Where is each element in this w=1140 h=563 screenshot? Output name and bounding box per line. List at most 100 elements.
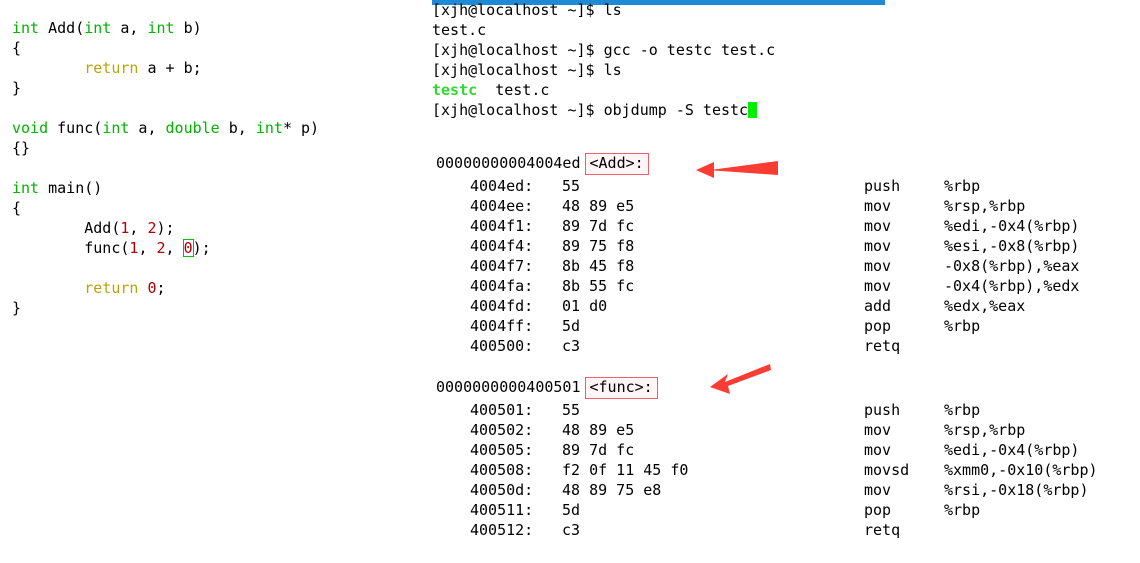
instruction-bytes: 48 89 75 e8 [562,481,662,499]
instruction-bytes: 5d [562,317,581,335]
instruction-operands: %edx,%eax [944,297,1026,315]
instruction-address: 4004ff: [470,317,534,335]
instruction-row: 400508: f2 0f 11 45 f0 movsd %xmm0,-0x10(%r… [432,460,1132,480]
instruction-bytes: c3 [562,337,581,355]
instruction-bytes: 48 89 e5 [562,421,635,439]
code-line: func(1, 2, 0); [12,238,412,258]
shell-command-text: gcc -o testc test.c [594,41,776,59]
instruction-mnemonic: mov [864,217,892,235]
instruction-address: 4004fa: [470,277,534,295]
instruction-row: 400501: 55 push %rbp [432,400,1132,420]
function-header: 00000000004004ed <Add>: [432,152,1132,176]
instruction-address: 400508: [470,461,534,479]
code-line: int main() [12,178,412,198]
instruction-bytes: 8b 55 fc [562,277,635,295]
c-source-code-panel: int Add(int a, int b){ return a + b;} vo… [12,18,412,318]
code-token: , [129,219,148,237]
code-token: Add( [39,19,85,37]
instruction-row: 4004f4: 89 75 f8 mov %esi,-0x8(%rbp) [432,236,1132,256]
instruction-operands: %rbp [944,177,981,195]
instruction-operands: %rbp [944,501,981,519]
code-token: * p) [282,119,320,137]
code-token: } [12,79,22,97]
terminal-command-line: [xjh@localhost ~]$ ls [432,60,1132,80]
instruction-mnemonic: push [864,177,901,195]
code-line: {} [12,138,412,158]
shell-prompt: [xjh@localhost ~]$ [432,41,595,59]
disassembly-function-block: 00000000004004ed <Add>: 4004ed: 55 push %rbp 4… [432,152,1132,356]
instruction-mnemonic: pop [864,317,892,335]
instruction-operands: %rsp,%rbp [944,197,1026,215]
shell-prompt: [xjh@localhost ~]$ [432,1,595,19]
instruction-row: 400500: c3 retq [432,336,1132,356]
terminal-command-line: [xjh@localhost ~]$ gcc -o testc test.c [432,40,1132,60]
instruction-bytes: 48 89 e5 [562,197,635,215]
instruction-operands: %rbp [944,317,981,335]
code-token: , [138,239,157,257]
shell-prompt: [xjh@localhost ~]$ [432,101,595,119]
shell-command-text: objdump -S testc [594,101,749,119]
code-token: ); [192,239,211,257]
instruction-address: 4004f4: [470,237,534,255]
code-token: int [147,19,175,37]
code-token: b) [174,19,202,37]
instruction-bytes: f2 0f 11 45 f0 [562,461,689,479]
instruction-mnemonic: mov [864,421,892,439]
code-token: int [12,19,40,37]
instruction-row: 4004ee: 48 89 e5 mov %rsp,%rbp [432,196,1132,216]
code-token: int [12,179,40,197]
terminal-panel[interactable]: [xjh@localhost ~]$ ls test.c [xjh@localhos… [432,0,1132,540]
disassembly-function-block: 0000000000400501 <func>: 400501: 55 push %rbp… [432,376,1132,540]
instruction-address: 4004f1: [470,217,534,235]
executable-file-name: testc [432,81,478,99]
terminal-output-line: test.c [432,20,1132,40]
function-address: 0000000000400501 [436,378,581,396]
code-line: } [12,78,412,98]
code-token: func( [12,239,130,257]
instruction-row: 4004fd: 01 d0 add %edx,%eax [432,296,1132,316]
instruction-row: 4004ed: 55 push %rbp [432,176,1132,196]
function-header: 0000000000400501 <func>: [432,376,1132,400]
source-file-name: test.c [495,81,550,99]
instruction-bytes: 55 [562,401,581,419]
instruction-address: 400512: [470,521,534,539]
code-token: void [12,119,49,137]
instruction-address: 4004f7: [470,257,534,275]
objdump-disassembly-output: 00000000004004ed <Add>: 4004ed: 55 push %rbp 4… [432,152,1132,540]
instruction-operands: %edi,-0x4(%rbp) [944,217,1080,235]
code-token: { [12,39,22,57]
code-line: } [12,298,412,318]
code-token: {} [12,139,31,157]
instruction-address: 40050d: [470,481,534,499]
instruction-row: 4004f1: 89 7d fc mov %edi,-0x4(%rbp) [432,216,1132,236]
instruction-row: 4004ff: 5d pop %rbp [432,316,1132,336]
shell-command-text: ls [594,1,622,19]
terminal-output-text: test.c [432,21,487,39]
instruction-bytes: c3 [562,521,581,539]
instruction-row: 400502: 48 89 e5 mov %rsp,%rbp [432,420,1132,440]
code-token: func( [48,119,103,137]
code-token: Add( [12,219,121,237]
instruction-bytes: 89 7d fc [562,441,635,459]
instruction-row: 400512: c3 retq [432,520,1132,540]
instruction-mnemonic: retq [864,521,901,539]
instruction-mnemonic: mov [864,441,892,459]
code-token: 2 [156,239,166,257]
instruction-mnemonic: mov [864,197,892,215]
instruction-address: 400500: [470,337,534,355]
instruction-row: 400511: 5d pop %rbp [432,500,1132,520]
instruction-address: 4004fd: [470,297,534,315]
instruction-bytes: 01 d0 [562,297,608,315]
instruction-operands: %esi,-0x8(%rbp) [944,237,1080,255]
instruction-operands: %rsp,%rbp [944,421,1026,439]
code-token: 0 [147,279,157,297]
function-address: 00000000004004ed [436,154,581,172]
terminal-command-line: [xjh@localhost ~]$ ls [432,0,1132,20]
code-token: a + b; [138,59,202,77]
output-spacer [477,81,495,99]
instruction-row: 40050d: 48 89 75 e8 mov %rsi,-0x18(%rbp) [432,480,1132,500]
code-token: ; [156,279,166,297]
instruction-mnemonic: mov [864,277,892,295]
